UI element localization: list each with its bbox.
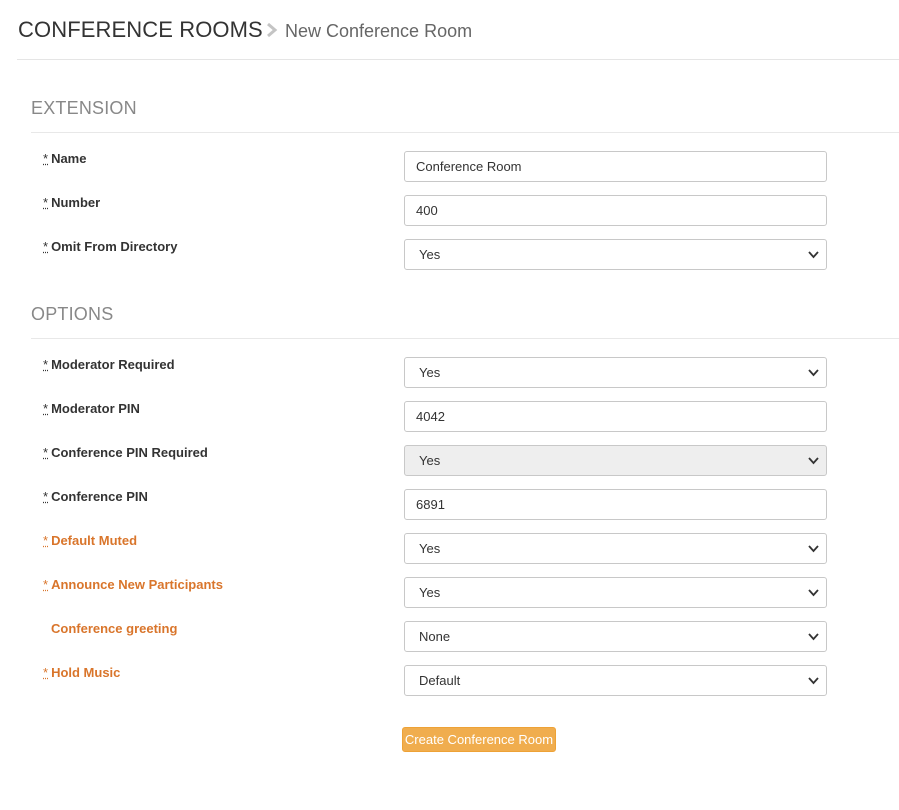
chevron-down-icon [808,251,819,259]
number-input[interactable]: 400 [404,195,827,226]
page-header: CONFERENCE ROOMS New Conference Room [17,0,899,60]
required-marker: * [43,357,49,372]
required-marker: * [43,195,49,210]
chevron-down-icon [808,545,819,553]
required-marker: * [43,665,49,680]
conference-pin-input[interactable]: 6891 [404,489,827,520]
required-marker: * [43,445,49,460]
moderator-pin-input[interactable]: 4042 [404,401,827,432]
required-marker: * [43,489,49,504]
label-conference-greeting: Conference greeting [51,621,178,636]
label-conference-pin: * Conference PIN [43,489,148,504]
section-divider [31,338,899,339]
label-moderator-pin: * Moderator PIN [43,401,140,416]
moderator-required-select[interactable]: Yes [404,357,827,388]
breadcrumb-section[interactable]: CONFERENCE ROOMS [18,17,263,43]
section-divider [31,132,899,133]
chevron-down-icon [808,589,819,597]
required-marker: * [43,577,49,592]
chevron-down-icon [808,633,819,641]
chevron-down-icon [808,677,819,685]
label-hold-music: * Hold Music [43,665,121,680]
required-marker: * [43,401,49,416]
conference-pin-required-select: Yes [404,445,827,476]
section-title-extension: EXTENSION [31,98,137,118]
breadcrumb-page: New Conference Room [285,21,473,41]
label-conference-pin-required: * Conference PIN Required [43,445,208,460]
required-marker: * [43,239,49,254]
create-conference-room-button[interactable]: Create Conference Room [402,727,556,752]
label-default-muted: * Default Muted [43,533,138,548]
required-marker: * [43,151,49,166]
section-title-options: OPTIONS [31,304,114,324]
label-moderator-required: * Moderator Required [43,357,175,372]
label-omit-from-directory: * Omit From Directory [43,239,178,254]
name-input[interactable]: Conference Room [404,151,827,182]
label-number: * Number [43,195,101,210]
chevron-down-icon [808,457,819,465]
conference-greeting-select[interactable]: None [404,621,827,652]
omit-from-directory-select[interactable]: Yes [404,239,827,270]
label-announce-new-participants: * Announce New Participants [43,577,223,592]
chevron-down-icon [808,369,819,377]
label-name: * Name [43,151,87,166]
default-muted-select[interactable]: Yes [404,533,827,564]
required-marker: * [43,533,49,548]
announce-new-participants-select[interactable]: Yes [404,577,827,608]
chevron-right-icon [267,22,278,38]
hold-music-select[interactable]: Default [404,665,827,696]
